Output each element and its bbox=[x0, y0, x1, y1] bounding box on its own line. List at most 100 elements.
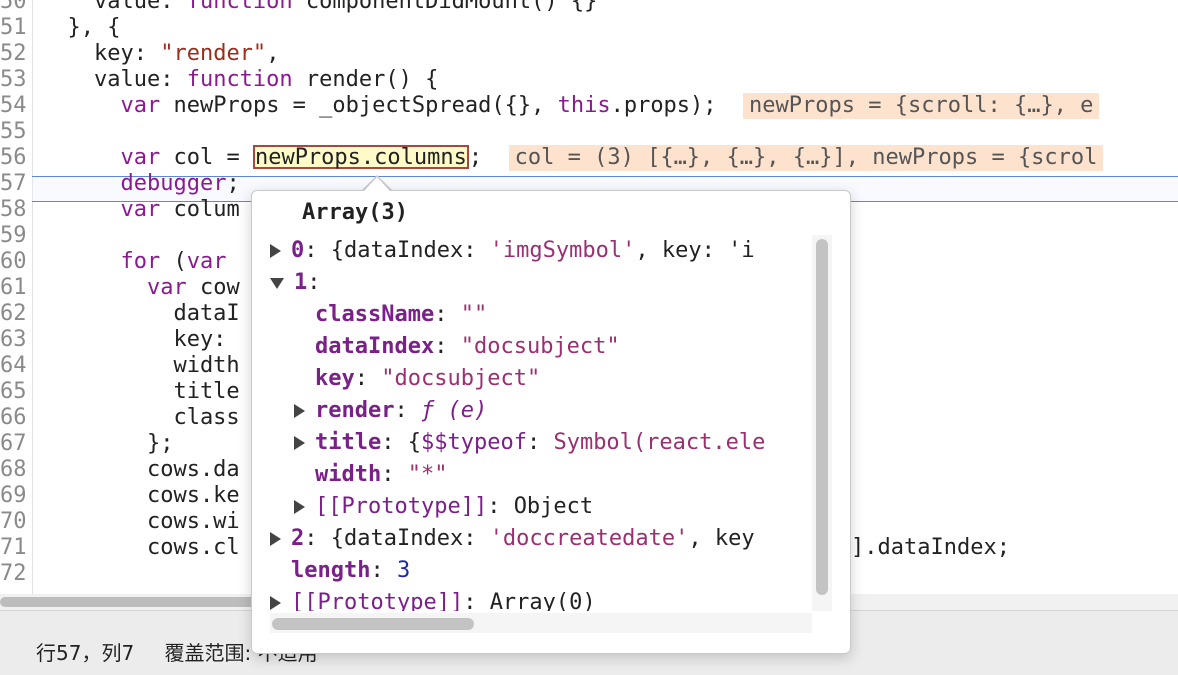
code-text[interactable]: cows.ke bbox=[41, 483, 240, 509]
property-value: Array(0) bbox=[489, 590, 596, 611]
expand-arrow-icon[interactable] bbox=[294, 404, 305, 418]
object-tree[interactable]: 0: {dataIndex: 'imgSymbol', key: 'i 1: cla… bbox=[270, 235, 810, 611]
hovered-expression[interactable]: newProps.columns bbox=[252, 145, 469, 169]
line-number[interactable]: 50 bbox=[0, 0, 26, 15]
code-line[interactable]: 51 }, { bbox=[0, 15, 1178, 41]
property-key: title bbox=[315, 430, 382, 455]
code-line[interactable]: 55 bbox=[0, 119, 1178, 145]
line-number[interactable]: 65 bbox=[0, 379, 26, 405]
tree-row[interactable]: render: ƒ (e) bbox=[270, 395, 487, 427]
preview-string: 'doccreatedate' bbox=[489, 526, 689, 551]
tree-row[interactable]: title: {$$typeof: Symbol(react.ele bbox=[270, 427, 765, 459]
property-key: dataIndex bbox=[315, 334, 435, 359]
code-text[interactable]: cows.wi bbox=[41, 509, 240, 535]
popover-title: Array(3) bbox=[302, 200, 408, 225]
popover-vertical-scrollbar[interactable] bbox=[812, 235, 832, 611]
line-number[interactable]: 70 bbox=[0, 509, 26, 535]
keyword: function bbox=[186, 0, 293, 14]
property-key: 0 bbox=[291, 238, 305, 263]
string-literal: "render" bbox=[160, 41, 267, 66]
tree-row[interactable]: 2: {dataIndex: 'doccreatedate', key bbox=[270, 523, 755, 555]
code-tail: ].dataIndex; bbox=[851, 535, 1010, 560]
code-line[interactable]: 54 var newProps = _objectSpread({}, this… bbox=[0, 93, 1178, 119]
property-key: length bbox=[291, 558, 371, 583]
property-key: key bbox=[315, 366, 355, 391]
code-text[interactable]: debugger; bbox=[41, 171, 239, 197]
expand-arrow-icon[interactable] bbox=[270, 244, 281, 258]
code-text[interactable]: width bbox=[41, 353, 239, 379]
line-number[interactable]: 67 bbox=[0, 431, 26, 457]
line-number[interactable]: 69 bbox=[0, 483, 26, 509]
property-value: "" bbox=[460, 302, 488, 327]
line-number[interactable]: 52 bbox=[0, 41, 26, 67]
expand-arrow-icon[interactable] bbox=[294, 500, 305, 514]
code-text[interactable]: var col = newProps.columns; col = (3) [{… bbox=[41, 145, 1104, 171]
popover-hscroll-thumb[interactable] bbox=[272, 618, 474, 630]
tree-row[interactable]: [[Prototype]]: Object bbox=[270, 491, 593, 523]
preview-symbol: Symbol(react.ele bbox=[553, 430, 766, 455]
line-number[interactable]: 62 bbox=[0, 301, 26, 327]
collapse-arrow-icon[interactable] bbox=[270, 277, 284, 289]
code-line[interactable]: 53 value: function render() { bbox=[0, 67, 1178, 93]
code-text[interactable]: for (var bbox=[41, 249, 226, 275]
code-text[interactable]: class bbox=[41, 405, 239, 431]
line-number[interactable]: 58 bbox=[0, 197, 26, 223]
code-text[interactable]: }; bbox=[41, 431, 174, 457]
property-value: {$$typeof: Symbol(react.ele bbox=[407, 430, 766, 455]
editor-scroll-thumb[interactable] bbox=[0, 597, 270, 607]
line-number[interactable]: 54 bbox=[0, 93, 26, 119]
property-value: "docsubject" bbox=[381, 366, 541, 391]
code-text[interactable]: cows.cl].dataIndex; bbox=[41, 535, 1010, 561]
code-text[interactable]: dataI bbox=[41, 301, 239, 327]
line-number[interactable]: 68 bbox=[0, 457, 26, 483]
line-number[interactable]: 57 bbox=[0, 171, 26, 197]
tree-row: className: "" bbox=[315, 302, 488, 327]
line-number[interactable]: 63 bbox=[0, 327, 26, 353]
code-line[interactable]: 50 value: function componentDidMount() {… bbox=[0, 0, 1178, 15]
line-number[interactable]: 71 bbox=[0, 535, 26, 561]
line-number[interactable]: 53 bbox=[0, 67, 26, 93]
code-text[interactable]: value: function componentDidMount() {} bbox=[41, 0, 597, 15]
code-text[interactable]: var newProps = _objectSpread({}, this.pr… bbox=[41, 93, 1100, 119]
tree-row: dataIndex: "docsubject" bbox=[315, 334, 620, 359]
line-number[interactable]: 60 bbox=[0, 249, 26, 275]
property-value: "*" bbox=[407, 462, 448, 487]
code-text[interactable]: key: bbox=[41, 327, 226, 353]
keyword: for bbox=[120, 249, 161, 274]
property-key: [[Prototype]] bbox=[291, 590, 464, 611]
expand-arrow-icon[interactable] bbox=[294, 436, 305, 450]
line-number[interactable]: 59 bbox=[0, 223, 26, 249]
line-number[interactable]: 61 bbox=[0, 275, 26, 301]
keyword: var bbox=[120, 93, 161, 118]
tree-row[interactable]: 0: {dataIndex: 'imgSymbol', key: 'i bbox=[270, 235, 755, 267]
expand-arrow-icon[interactable] bbox=[270, 532, 281, 546]
line-number[interactable]: 64 bbox=[0, 353, 26, 379]
line-number[interactable]: 56 bbox=[0, 145, 26, 171]
code-text[interactable]: key: "render", bbox=[41, 41, 279, 67]
property-preview: {dataIndex: 'imgSymbol', key: 'i bbox=[317, 238, 755, 263]
code-text[interactable]: var colum bbox=[41, 197, 239, 223]
line-number[interactable]: 51 bbox=[0, 15, 26, 41]
tree-row[interactable]: [[Prototype]]: Array(0) bbox=[270, 587, 596, 611]
code-text[interactable]: value: function render() { bbox=[41, 67, 438, 93]
code-line[interactable]: 56 var col = newProps.columns; col = (3)… bbox=[0, 145, 1178, 171]
cursor-position: 行57，列7 bbox=[36, 641, 135, 665]
popover-vscroll-thumb[interactable] bbox=[816, 239, 828, 595]
code-text[interactable]: title bbox=[41, 379, 239, 405]
code-text[interactable]: cows.da bbox=[41, 457, 240, 483]
line-number[interactable]: 72 bbox=[0, 561, 26, 587]
code-line[interactable]: 52 key: "render", bbox=[0, 41, 1178, 67]
tree-row[interactable]: 1: bbox=[270, 267, 321, 299]
expand-arrow-icon[interactable] bbox=[270, 596, 281, 610]
code-text[interactable]: var cow bbox=[41, 275, 240, 301]
line-number[interactable]: 66 bbox=[0, 405, 26, 431]
preview-string: 'imgSymbol' bbox=[489, 238, 636, 263]
object-preview-popover[interactable]: Array(3) 0: {dataIndex: 'imgSymbol', key… bbox=[251, 190, 851, 654]
line-number[interactable]: 55 bbox=[0, 119, 26, 145]
code-text[interactable]: }, { bbox=[41, 15, 120, 41]
keyword: debugger bbox=[120, 171, 227, 196]
property-key: 1 bbox=[294, 270, 308, 295]
popover-horizontal-scrollbar[interactable] bbox=[270, 613, 812, 633]
property-value: ƒ (e) bbox=[420, 398, 488, 423]
inline-value-preview: newProps = {scroll: {…}, e bbox=[743, 93, 1100, 119]
